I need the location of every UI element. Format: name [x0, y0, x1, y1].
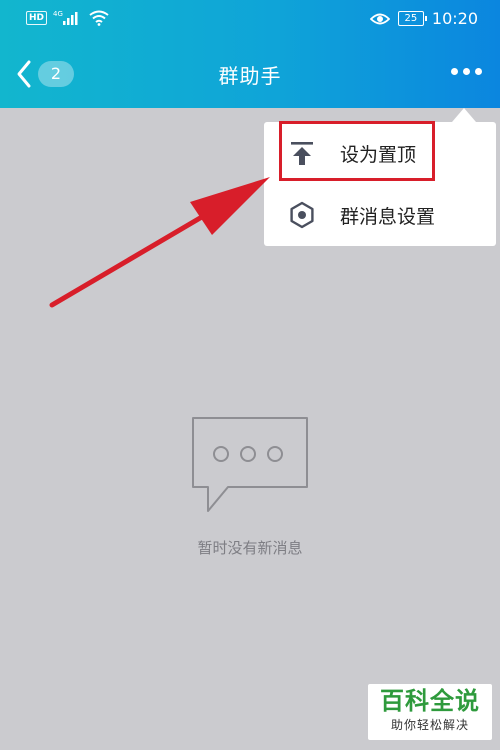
menu-item-label: 设为置顶 — [340, 143, 417, 166]
more-dot-icon — [451, 68, 458, 75]
menu-item-group-message-settings[interactable]: 群消息设置 — [264, 184, 496, 246]
top-bar: HD 4G 25 10:20 2 群助手 — [0, 0, 500, 108]
pin-to-top-icon — [291, 142, 313, 165]
menu-item-pin-to-top[interactable]: 设为置顶 — [264, 122, 496, 184]
status-right: 25 10:20 — [369, 9, 478, 28]
empty-state-text: 暂时没有新消息 — [197, 539, 303, 557]
more-options-button[interactable] — [447, 62, 486, 81]
empty-state: 暂时没有新消息 — [0, 415, 500, 558]
wifi-icon — [89, 10, 109, 26]
navigation-bar: 2 群助手 — [0, 40, 500, 108]
menu-item-label: 群消息设置 — [340, 205, 436, 228]
battery-indicator: 25 — [397, 11, 427, 26]
status-bar: HD 4G 25 10:20 — [0, 0, 500, 40]
more-dot-icon — [475, 68, 482, 75]
eye-icon — [369, 13, 390, 24]
popup-menu: 设为置顶 群消息设置 — [264, 122, 496, 246]
hd-indicator: HD — [26, 11, 48, 25]
annotation-arrow — [49, 177, 270, 308]
popup-caret — [452, 108, 476, 122]
status-left: HD 4G — [26, 10, 109, 26]
watermark-title: 百科全说 — [380, 687, 480, 715]
more-dot-icon — [463, 68, 470, 75]
chat-bubble-icon — [192, 417, 308, 512]
status-time: 10:20 — [431, 9, 478, 28]
page-title: 群助手 — [218, 64, 282, 88]
network-type: 4G — [53, 10, 63, 18]
watermark: 百科全说 助你轻松解决 — [368, 684, 492, 740]
signal-icon: 4G — [53, 10, 78, 25]
hexagon-settings-icon — [290, 201, 314, 229]
watermark-subtitle: 助你轻松解决 — [390, 718, 469, 732]
